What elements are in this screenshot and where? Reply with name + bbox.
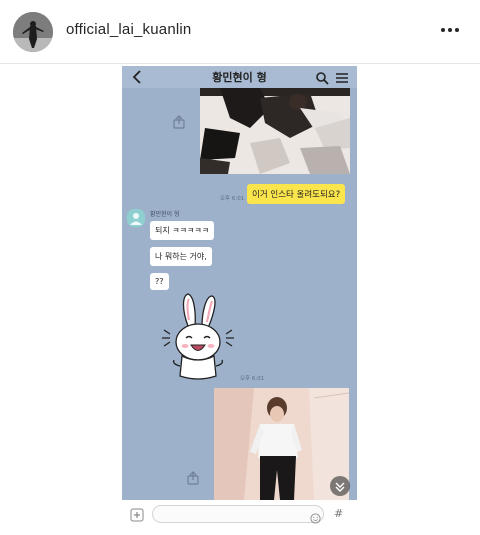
post-header: official_lai_kuanlin [0,0,480,64]
scroll-down-icon[interactable] [330,476,350,496]
sent-photo[interactable] [200,88,350,174]
chat-top-bar: 황민현이 형 [122,66,357,88]
sent-photo[interactable] [214,388,349,500]
friend-avatar[interactable] [127,209,145,227]
share-icon[interactable] [171,114,187,130]
share-icon[interactable] [185,470,201,486]
search-icon[interactable] [315,70,329,85]
menu-icon[interactable] [335,70,349,84]
my-message-bubble[interactable]: 이거 인스타 올려도되요? [247,184,346,204]
emoji-icon[interactable] [310,509,321,524]
ellipsis-icon[interactable] [438,18,462,42]
rabbit-sticker[interactable] [158,290,238,382]
friend-message-bubble[interactable]: ?? [150,273,169,290]
username[interactable]: official_lai_kuanlin [66,21,191,38]
friend-name: 황민현이 형 [150,211,180,218]
hashtag-button[interactable]: # [334,507,343,520]
message-time: 오후 6:01 [240,376,265,382]
profile-avatar[interactable] [13,12,53,52]
friend-message-bubble[interactable]: 나 뭐하는 거야, [150,247,212,266]
message-input[interactable] [152,505,324,523]
chat-screenshot: 황민현이 형 오후 6:01 이거 인스타 올려도되요? 황민현이 형 되지 ㅋ… [122,66,357,500]
message-time: 오후 6:01 [220,196,245,202]
plus-icon[interactable] [130,507,144,522]
chat-input-bar: # [122,501,357,527]
friend-message-bubble[interactable]: 되지 ㅋㅋㅋㅋㅋ [150,221,215,240]
